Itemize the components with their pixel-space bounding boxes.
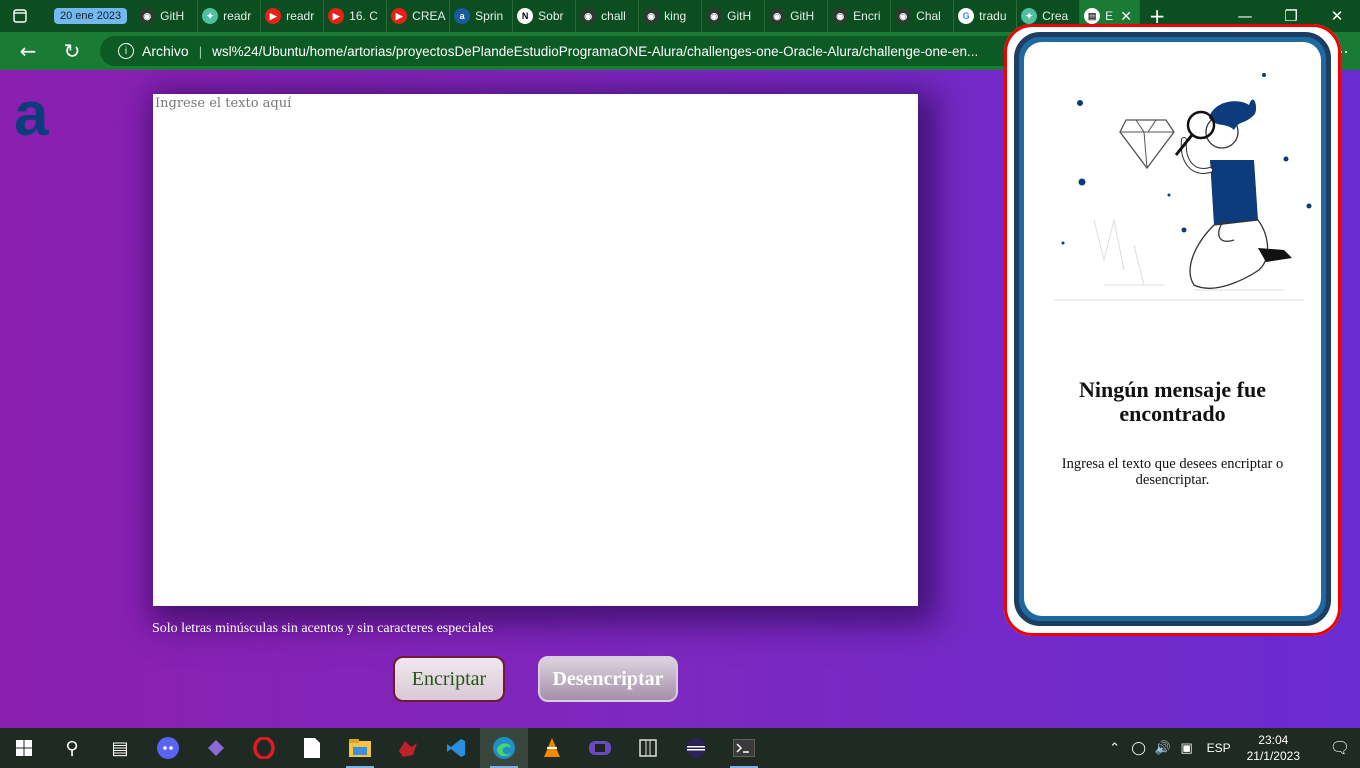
encrypt-button[interactable]: Encriptar	[393, 656, 505, 702]
browser-tab[interactable]: ▶ CREA	[387, 0, 451, 32]
clock-date: 21/1/2023	[1246, 749, 1300, 763]
tab-label: GitH	[727, 9, 752, 23]
address-scheme: Archivo	[142, 43, 189, 59]
refresh-button[interactable]: ↻	[50, 32, 94, 70]
tab-label: Chal	[916, 9, 941, 23]
tab-label: GitH	[790, 9, 815, 23]
discord-icon[interactable]	[144, 728, 192, 768]
browser-tab[interactable]: Gtradu	[954, 0, 1018, 32]
browser-tab[interactable]: ◉ Chal	[891, 0, 955, 32]
file-explorer-icon[interactable]	[336, 728, 384, 768]
chatgpt-icon: ✦	[202, 8, 219, 24]
browser-tab[interactable]: a Sprin	[450, 0, 514, 32]
notification-icon[interactable]: 🗨	[1320, 738, 1360, 758]
card-title: Ningún mensaje fue encontrado	[1078, 377, 1266, 426]
browser-tab[interactable]: ◉ GitH	[765, 0, 829, 32]
browser-tab[interactable]: ◉ chall	[576, 0, 640, 32]
task-view-icon[interactable]: ▤	[96, 728, 144, 768]
github-icon: ◉	[895, 8, 912, 24]
network-icon[interactable]: ▣	[1175, 740, 1199, 756]
tab-label: GitH	[160, 9, 185, 23]
file-icon[interactable]	[288, 728, 336, 768]
tab-label: CREA	[412, 9, 446, 23]
github-icon: ◉	[643, 8, 660, 24]
decrypt-button[interactable]: Desencriptar	[538, 656, 678, 702]
browser-tab[interactable]: ✦ readr	[198, 0, 262, 32]
emulator-icon[interactable]	[576, 728, 624, 768]
device-icon[interactable]: ◯	[1127, 740, 1151, 756]
app-red-icon[interactable]	[384, 728, 432, 768]
vlc-icon[interactable]	[528, 728, 576, 768]
browser-tab[interactable]: ◉ GitH	[135, 0, 199, 32]
tab-strip: ◉ GitH ✦ readr ▶ readr ▶ 16. C ▶ CREA a Sprin N Sobr ◉…	[135, 0, 1141, 32]
tab-label: tradu	[979, 9, 1007, 23]
input-hint: Solo letras minúsculas sin acentos y sin…	[152, 621, 494, 636]
github-icon: ◉	[769, 8, 786, 24]
start-button[interactable]	[0, 728, 48, 768]
tab-label: 16. C	[349, 9, 378, 23]
card-description: Ingresa el texto que desees encriptar o …	[1061, 456, 1284, 488]
eclipse-icon[interactable]	[672, 728, 720, 768]
message-textarea[interactable]	[153, 94, 918, 606]
tab-label: readr	[223, 9, 252, 23]
tab-label: readr	[286, 9, 315, 23]
chatgpt-icon: ✦	[1021, 8, 1038, 24]
chevron-up-icon[interactable]: ⌃	[1103, 740, 1127, 756]
alura-icon: a	[454, 8, 471, 24]
tab-label: Sprin	[475, 9, 504, 23]
github-icon: ◉	[139, 8, 156, 24]
search-illustration	[1054, 73, 1312, 301]
browser-tab[interactable]: ◉ GitH	[702, 0, 766, 32]
windows-icon	[16, 740, 32, 756]
tab-actions-button[interactable]	[0, 0, 40, 32]
clock[interactable]: 23:04 21/1/2023	[1247, 732, 1300, 764]
clock-time: 23:04	[1258, 733, 1289, 747]
tab-label: king	[664, 9, 687, 23]
youtube-icon: ▶	[265, 8, 282, 24]
search-icon[interactable]: ⚲	[48, 728, 96, 768]
address-url[interactable]: wsl%24/Ubuntu/home/artorias/proyectosDeP…	[212, 44, 1002, 59]
browser-tab[interactable]: ▶ 16. C	[324, 0, 388, 32]
tab-label: Encri	[853, 9, 881, 23]
tab-label: Crea	[1042, 9, 1069, 23]
browser-tab[interactable]: ▶ readr	[261, 0, 325, 32]
volume-icon[interactable]: 🔊	[1151, 740, 1175, 756]
app-grid-icon[interactable]	[624, 728, 672, 768]
address-bar[interactable]: i Archivo | wsl%24/Ubuntu/home/artorias/…	[100, 36, 1075, 66]
notion-icon: N	[517, 8, 534, 24]
back-button[interactable]: ←	[6, 32, 50, 70]
tab-actions-icon	[13, 9, 27, 23]
visual-studio-icon[interactable]	[192, 728, 240, 768]
opera-icon[interactable]	[240, 728, 288, 768]
terminal-icon[interactable]	[720, 728, 768, 768]
system-tray: ⌃ ◯ 🔊 ▣ ESP 23:04 21/1/2023 🗨	[1103, 728, 1360, 768]
youtube-icon: ▶	[391, 8, 408, 24]
tab-label: Sobr	[538, 9, 564, 23]
github-icon: ◉	[832, 8, 849, 24]
browser-tab[interactable]: N Sobr	[513, 0, 577, 32]
edge-icon[interactable]	[480, 728, 528, 768]
page-icon: ▤	[1084, 8, 1101, 24]
google-icon: G	[958, 8, 975, 24]
github-icon: ◉	[706, 8, 723, 24]
browser-tab[interactable]: ◉ king	[639, 0, 703, 32]
date-tab-chip[interactable]: 20 ene 2023	[54, 8, 128, 24]
info-icon[interactable]: i	[118, 43, 134, 59]
text-input-container	[153, 94, 918, 606]
alura-logo: a	[14, 80, 49, 149]
youtube-icon: ▶	[328, 8, 345, 24]
close-tab-icon[interactable]: ✕	[1120, 8, 1132, 25]
language-indicator[interactable]: ESP	[1207, 741, 1231, 755]
tab-label: E	[1105, 9, 1114, 23]
browser-tab[interactable]: ◉ Encri	[828, 0, 892, 32]
github-icon: ◉	[580, 8, 597, 24]
address-separator: |	[198, 43, 203, 59]
tab-label: chall	[601, 9, 626, 23]
vscode-icon[interactable]	[432, 728, 480, 768]
windows-taskbar: ⚲ ▤ ⌃ ◯ 🔊 ▣ ESP 23:04 21/1/2023 🗨	[0, 728, 1360, 768]
